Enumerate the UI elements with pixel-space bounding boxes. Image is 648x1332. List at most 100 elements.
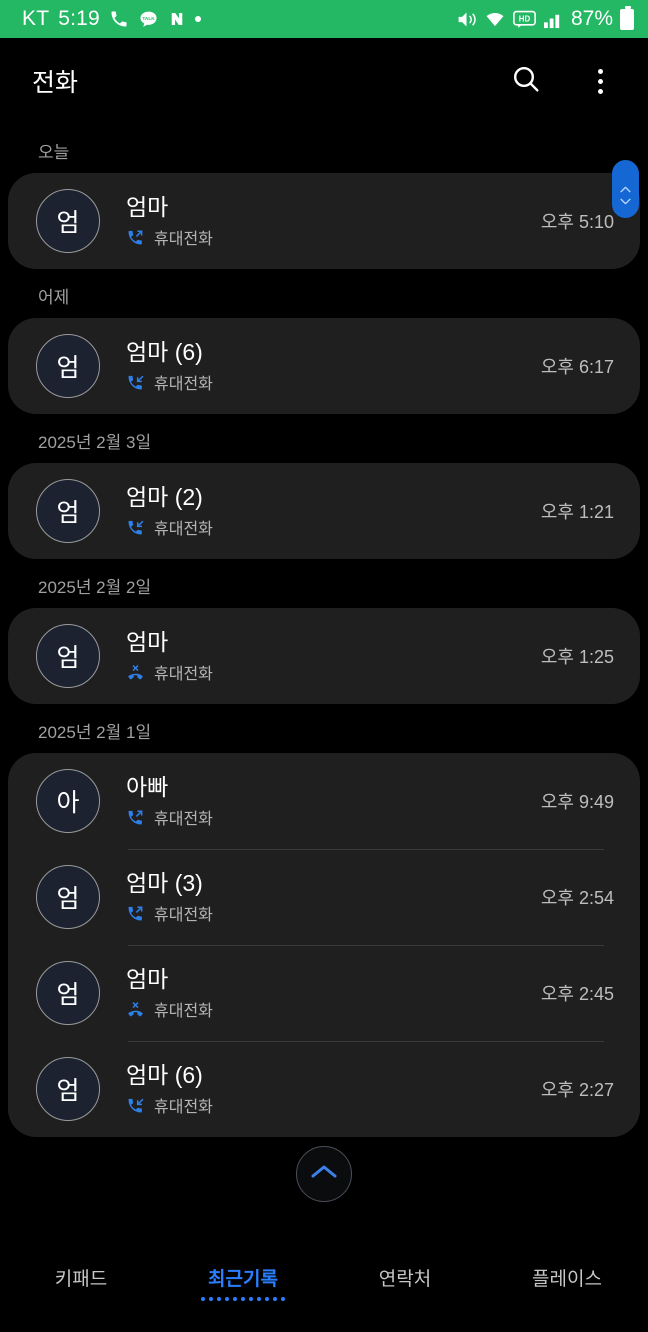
mute-icon — [456, 9, 477, 30]
call-type-outgoing-icon — [126, 904, 145, 923]
date-section-header: 2025년 2월 1일 — [38, 723, 152, 742]
call-row-subtitle: 휴대전화 — [126, 660, 531, 684]
phone-line-label: 휴대전화 — [154, 376, 213, 394]
avatar-initial: 엄 — [56, 209, 80, 237]
scroll-to-top-button[interactable] — [296, 1146, 352, 1202]
call-row-details: 아빠휴대전화 — [100, 773, 531, 830]
call-row-details: 엄마 (3) 휴대전화 — [100, 869, 531, 926]
call-group-card: 엄 엄마 (6) 휴대전화 오후 6:17 — [8, 318, 640, 414]
clock-label: 5:19 — [58, 7, 100, 30]
call-row-details: 엄마휴대전화 — [100, 628, 531, 685]
avatar[interactable]: 엄 — [36, 334, 100, 398]
avatar-initial: 엄 — [56, 354, 80, 382]
call-group-card: 엄 엄마휴대전화 오후 1:25 — [8, 608, 640, 704]
call-type-incoming-icon — [126, 518, 145, 537]
bottom-nav-item-1[interactable]: 최근기록 — [162, 1264, 324, 1302]
avatar[interactable]: 엄 — [36, 624, 100, 688]
date-section-header: 오늘 — [38, 143, 70, 162]
call-log-row[interactable]: 엄 엄마휴대전화 오후 2:45 — [8, 945, 640, 1041]
call-row-subtitle: 휴대전화 — [126, 225, 531, 249]
active-tab-indicator — [201, 1297, 285, 1302]
svg-text:HD: HD — [519, 14, 531, 23]
call-log-row[interactable]: 엄 엄마 (2) 휴대전화 오후 1:21 — [8, 463, 640, 559]
avatar[interactable]: 엄 — [36, 961, 100, 1025]
call-row-subtitle: 휴대전화 — [126, 997, 531, 1021]
call-log-row[interactable]: 아 아빠휴대전화 오후 9:49 — [8, 753, 640, 849]
bottom-nav-item-0[interactable]: 키패드 — [0, 1264, 162, 1291]
bottom-nav-item-3[interactable]: 플레이스 — [486, 1264, 648, 1291]
call-log-row[interactable]: 엄 엄마휴대전화 오후 1:25 — [8, 608, 640, 704]
call-type-declined-icon — [126, 1000, 145, 1019]
date-section-header: 2025년 2월 2일 — [38, 578, 152, 597]
bottom-nav-item-2[interactable]: 연락처 — [324, 1264, 486, 1291]
phone-line-label: 휴대전화 — [154, 1003, 213, 1021]
search-button[interactable] — [504, 59, 548, 103]
avatar-initial: 엄 — [56, 981, 80, 1009]
search-icon — [510, 63, 542, 100]
date-section-header: 어제 — [38, 288, 70, 307]
naver-icon — [168, 9, 186, 29]
phone-line-label: 휴대전화 — [154, 907, 213, 925]
call-type-outgoing-icon — [126, 228, 145, 247]
contact-name: 엄마 — [126, 965, 169, 992]
call-log-row[interactable]: 엄 엄마 (6) 휴대전화 오후 2:27 — [8, 1041, 640, 1137]
call-row-subtitle: 휴대전화 — [126, 805, 531, 829]
bottom-nav-label: 플레이스 — [532, 1269, 602, 1290]
avatar-initial: 아 — [56, 789, 80, 817]
call-row-subtitle: 휴대전화 — [126, 370, 531, 394]
chevron-up-icon — [310, 1163, 338, 1186]
contact-name: 아빠 — [126, 773, 169, 800]
dot-icon — [194, 16, 201, 22]
contact-name: 엄마 — [126, 193, 169, 220]
chevron-down-icon — [620, 192, 631, 204]
call-row-details: 엄마 (2) 휴대전화 — [100, 483, 531, 540]
call-log-list[interactable]: 오늘 엄 엄마 휴대전화 오후 5:10 어제 엄 엄마 (6) 휴대전화 오후 6:17 2025… — [0, 124, 648, 1137]
avatar[interactable]: 엄 — [36, 1057, 100, 1121]
call-log-row[interactable]: 엄 엄마 (3) 휴대전화 오후 2:54 — [8, 849, 640, 945]
phone-line-label: 휴대전화 — [154, 811, 213, 829]
call-time: 오후 1:21 — [540, 502, 614, 522]
phone-line-label: 휴대전화 — [154, 666, 213, 684]
wifi-icon — [484, 9, 506, 30]
contact-name: 엄마 (6) — [126, 1061, 203, 1088]
contact-name: 엄마 — [126, 628, 169, 655]
more-options-button[interactable] — [578, 59, 622, 103]
call-type-declined-icon — [126, 663, 145, 682]
call-type-incoming-icon — [126, 373, 145, 392]
call-row-details: 엄마 (6) 휴대전화 — [100, 1061, 531, 1118]
call-log-row[interactable]: 엄 엄마 (6) 휴대전화 오후 6:17 — [8, 318, 640, 414]
call-time: 오후 9:49 — [540, 792, 614, 812]
phone-call-icon — [109, 9, 129, 29]
call-group-card: 엄 엄마 (2) 휴대전화 오후 1:21 — [8, 463, 640, 559]
avatar[interactable]: 엄 — [36, 865, 100, 929]
call-row-details: 엄마휴대전화 — [100, 193, 531, 250]
bottom-nav-label: 키패드 — [54, 1269, 108, 1290]
call-row-subtitle: 휴대전화 — [126, 901, 531, 925]
contact-name: 엄마 (2) — [126, 483, 203, 510]
bottom-navigation[interactable]: 키패드 최근기록 연락처 플레이스 — [0, 1250, 648, 1332]
call-time: 오후 1:25 — [540, 647, 614, 667]
hd-volte-icon: HD — [513, 10, 536, 29]
scrollbar-handle[interactable] — [612, 160, 639, 218]
chevron-up-icon — [620, 180, 631, 192]
call-group-card: 아 아빠 휴대전화 오후 9:49 엄 엄마 (3) 휴대전화 오후 2:54 엄 엄마 휴대전화 오… — [8, 753, 640, 1137]
avatar[interactable]: 엄 — [36, 189, 100, 253]
kakaotalk-icon: TALK — [138, 9, 159, 30]
avatar-initial: 엄 — [56, 1077, 80, 1105]
page-title: 전화 — [32, 69, 79, 97]
call-type-outgoing-icon — [126, 808, 145, 827]
call-log-row[interactable]: 엄 엄마휴대전화 오후 5:10 — [8, 173, 640, 269]
avatar[interactable]: 아 — [36, 769, 100, 833]
call-row-details: 엄마 (6) 휴대전화 — [100, 338, 531, 395]
avatar[interactable]: 엄 — [36, 479, 100, 543]
date-section-header: 2025년 2월 3일 — [38, 433, 152, 452]
svg-text:TALK: TALK — [142, 15, 155, 21]
phone-line-label: 휴대전화 — [154, 231, 213, 249]
call-time: 오후 5:10 — [540, 212, 614, 232]
avatar-initial: 엄 — [56, 644, 80, 672]
call-time: 오후 2:27 — [540, 1080, 614, 1100]
call-time: 오후 2:45 — [540, 984, 614, 1004]
call-type-incoming-icon — [126, 1096, 145, 1115]
call-row-subtitle: 휴대전화 — [126, 515, 531, 539]
contact-name: 엄마 (6) — [126, 338, 203, 365]
